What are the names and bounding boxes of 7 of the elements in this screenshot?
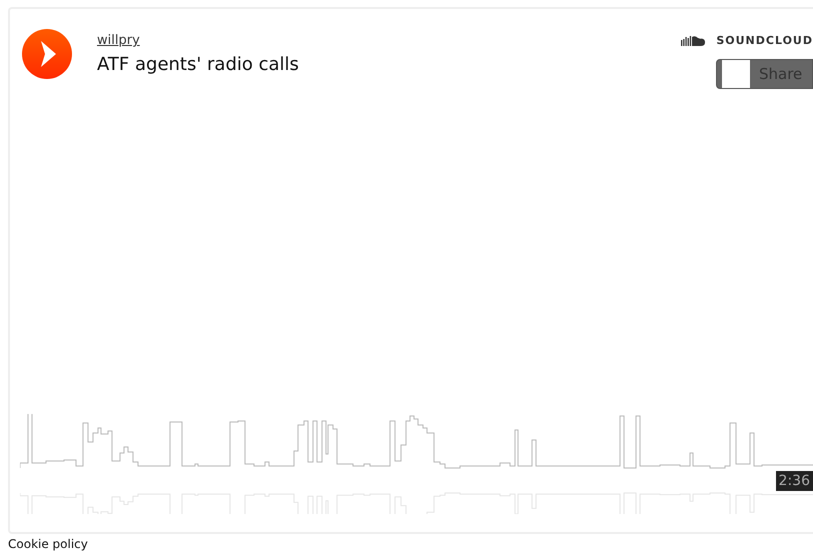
- user-link[interactable]: willpry: [97, 33, 140, 48]
- play-button[interactable]: [22, 29, 72, 79]
- duration-label: 2:36: [776, 471, 813, 491]
- cookie-policy-link[interactable]: Cookie policy: [8, 537, 813, 551]
- waveform-drawing[interactable]: [20, 414, 813, 514]
- track-title: ATF agents' radio calls: [97, 54, 300, 75]
- brand-name[interactable]: SOUNDCLOUD: [716, 34, 813, 47]
